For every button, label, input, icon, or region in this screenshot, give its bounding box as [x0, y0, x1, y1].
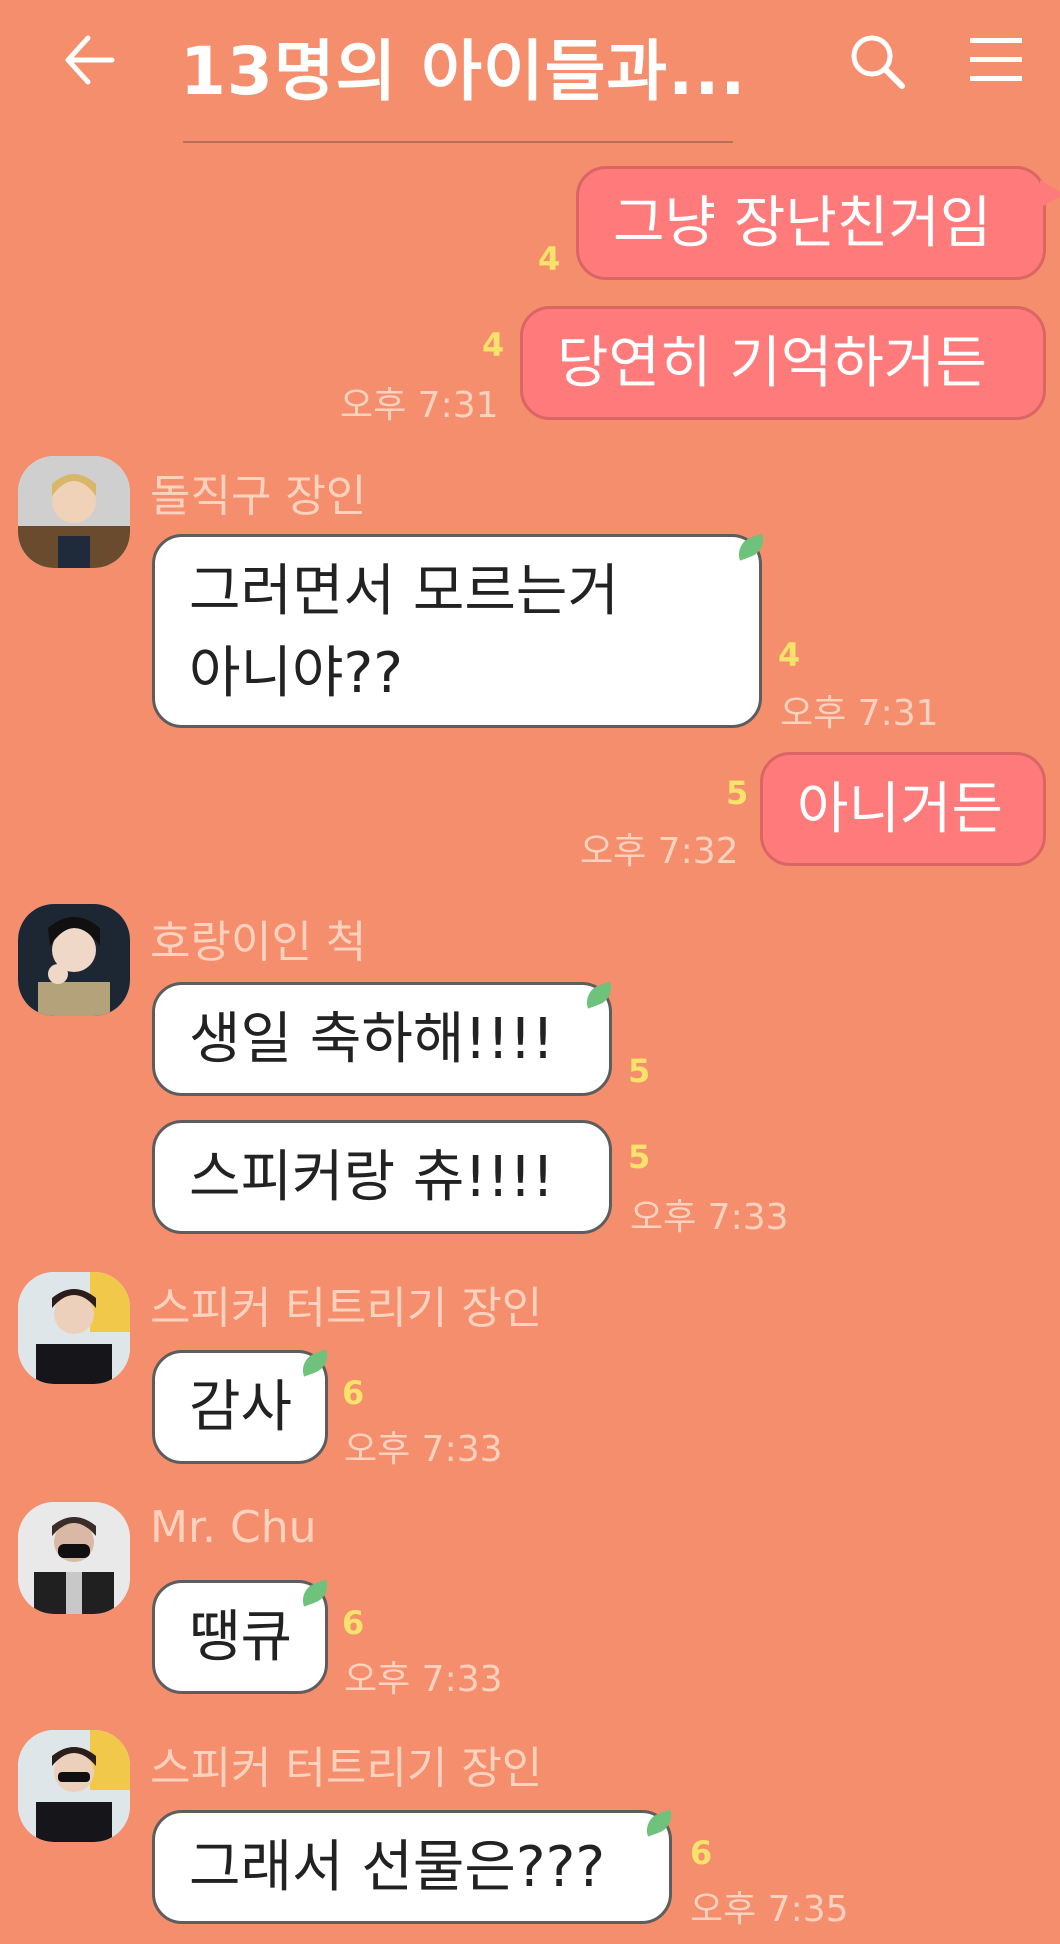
read-count: 4	[482, 326, 505, 364]
message-text-line: 아니야??	[189, 641, 404, 706]
bubble-tail	[1040, 180, 1060, 208]
chat-header: 13명의 아이들과...	[0, 0, 1060, 150]
my-message-bubble[interactable]: 당연히 기억하거든	[520, 306, 1046, 420]
message-time: 오후 7:35	[690, 1889, 849, 1930]
other-message-bubble[interactable]: 땡큐	[152, 1580, 328, 1694]
other-message-bubble[interactable]: 생일 축하해!!!!	[152, 982, 612, 1096]
search-icon	[851, 35, 905, 89]
message-text: 그냥 장난친거임	[613, 191, 992, 256]
menu-button[interactable]	[968, 36, 1024, 84]
profile-photo	[18, 1730, 130, 1842]
other-message-bubble[interactable]: 그러면서 모르는거 아니야??	[152, 534, 762, 728]
message-text: 생일 축하해!!!!	[189, 1007, 555, 1072]
hamburger-menu-icon	[970, 38, 1022, 81]
read-count: 5	[628, 1052, 651, 1090]
read-count: 5	[628, 1138, 651, 1176]
message-text: 땡큐	[189, 1605, 293, 1670]
message-time: 오후 7:33	[344, 1659, 503, 1700]
message-text: 스피커랑 츄!!!!	[189, 1145, 555, 1210]
avatar[interactable]	[18, 1272, 130, 1384]
message-text: 그래서 선물은???	[189, 1835, 606, 1900]
profile-photo	[18, 1272, 130, 1384]
chat-title: 13명의 아이들과...	[180, 33, 747, 110]
sender-name: Mr. Chu	[150, 1502, 317, 1553]
sender-name: 돌직구 장인	[150, 471, 367, 522]
profile-photo	[18, 456, 130, 568]
search-button[interactable]	[846, 30, 908, 92]
my-message-bubble[interactable]: 아니거든	[760, 752, 1046, 866]
read-count: 6	[342, 1374, 365, 1412]
back-button[interactable]	[60, 30, 120, 90]
message-time: 오후 7:31	[340, 385, 499, 426]
sender-name: 스피커 터트리기 장인	[150, 1283, 543, 1334]
message-time: 오후 7:33	[630, 1197, 789, 1238]
arrow-left-icon	[65, 35, 115, 85]
other-message-bubble[interactable]: 스피커랑 츄!!!!	[152, 1120, 612, 1234]
other-message-bubble[interactable]: 그래서 선물은???	[152, 1810, 672, 1924]
sender-name: 호랑이인 척	[150, 917, 367, 968]
avatar[interactable]	[18, 1502, 130, 1614]
other-message-bubble[interactable]: 감사	[152, 1350, 328, 1464]
message-time: 오후 7:33	[344, 1429, 503, 1470]
my-message-bubble[interactable]: 그냥 장난친거임	[576, 166, 1046, 280]
profile-photo	[18, 1502, 130, 1614]
message-text: 감사	[189, 1375, 293, 1440]
read-count: 6	[342, 1604, 365, 1642]
sender-name: 스피커 터트리기 장인	[150, 1743, 543, 1794]
message-text: 아니거든	[797, 777, 1004, 842]
read-count: 4	[538, 240, 561, 278]
read-count: 6	[690, 1834, 713, 1872]
read-count: 4	[778, 636, 801, 674]
avatar[interactable]	[18, 1730, 130, 1842]
message-text: 당연히 기억하거든	[557, 331, 987, 396]
read-count: 5	[726, 774, 749, 812]
avatar[interactable]	[18, 904, 130, 1016]
avatar[interactable]	[18, 456, 130, 568]
message-time: 오후 7:31	[780, 693, 939, 734]
title-divider	[183, 141, 733, 143]
message-text-line: 그러면서 모르는거	[189, 559, 619, 624]
profile-photo	[18, 904, 130, 1016]
message-time: 오후 7:32	[580, 831, 739, 872]
